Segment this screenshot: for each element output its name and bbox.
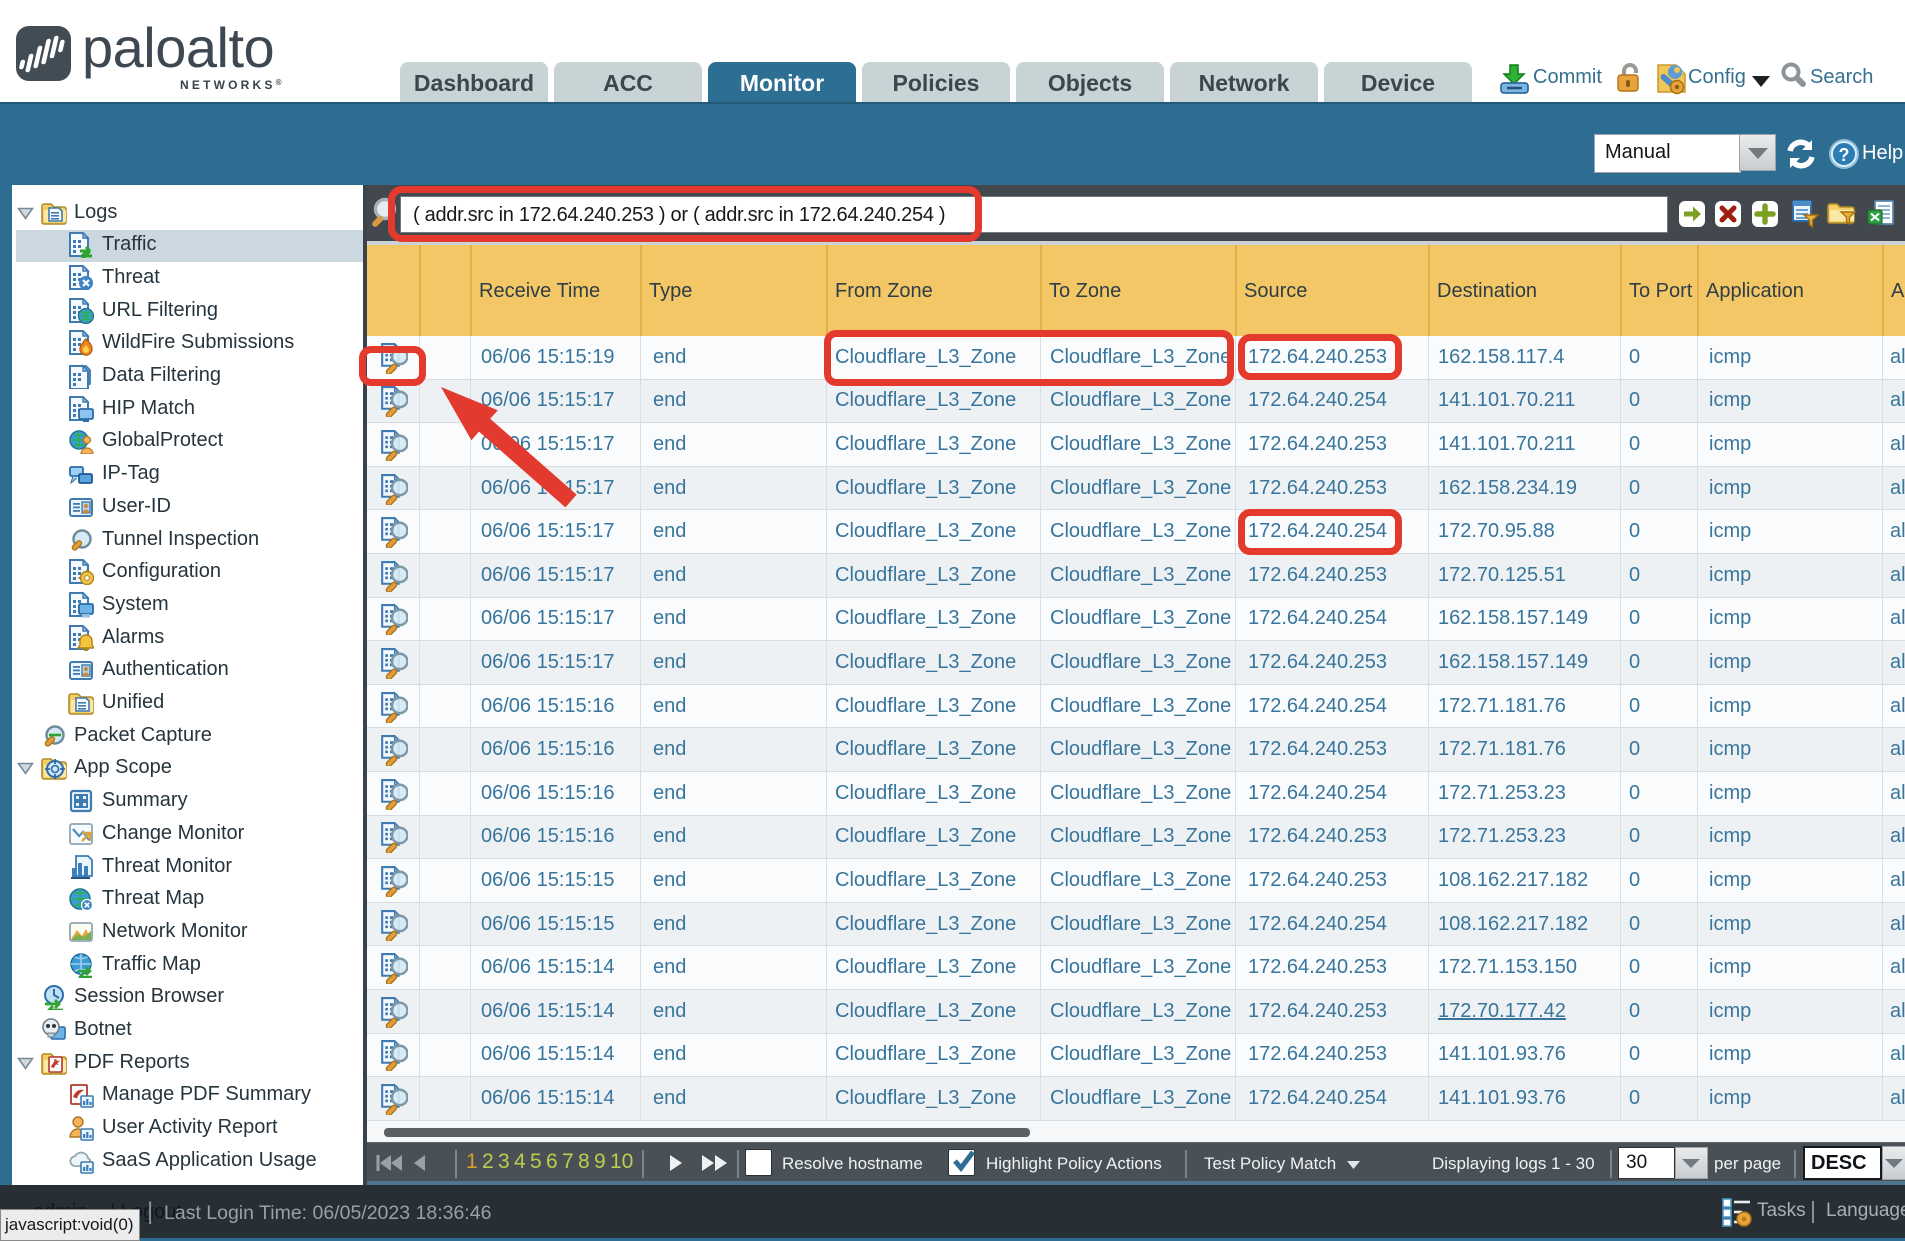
- svg-text:A: A: [53, 1058, 59, 1067]
- svg-text:?: ?: [1839, 145, 1850, 165]
